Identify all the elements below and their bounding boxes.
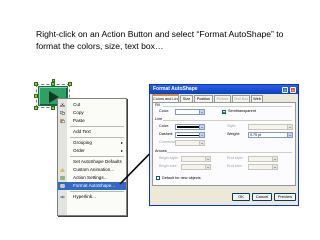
menu-item-custom-animation[interactable]: Custom Animation... <box>58 166 126 174</box>
instruction-line-2: format the colors, size, text box… <box>36 41 164 51</box>
hyperlink-icon <box>60 196 65 199</box>
menu-item-hyperlink[interactable]: Hyperlink... <box>58 193 126 201</box>
cancel-button[interactable]: Cancel <box>252 193 272 201</box>
action-icon <box>60 176 65 180</box>
tab-size[interactable]: Size <box>180 95 193 102</box>
group-divider <box>163 106 292 107</box>
format-icon <box>60 184 65 188</box>
begin-size-dropdown[interactable] <box>181 164 211 170</box>
ok-button[interactable]: OK <box>232 193 250 201</box>
menu-separator <box>70 137 124 138</box>
group-divider <box>167 152 292 153</box>
instruction-text: Right-click on an Action Button and sele… <box>36 28 286 52</box>
menu-item-set-autoshape-defaults[interactable]: Set AutoShape Defaults <box>58 158 126 166</box>
fill-group-title: Fill <box>155 103 160 107</box>
context-menu: Cut Copy Paste Add Text Grouping Order S… <box>57 98 127 216</box>
scissors-icon <box>60 103 65 107</box>
resize-handle-top-right[interactable] <box>68 82 72 86</box>
close-icon[interactable]: × <box>290 86 296 93</box>
end-style-dropdown[interactable] <box>248 156 278 162</box>
line-color-label: Color: <box>159 124 170 128</box>
dropdown-arrow-icon <box>205 165 210 169</box>
line-color-swatch <box>177 126 199 128</box>
tab-web[interactable]: Web <box>251 95 263 102</box>
menu-item-grouping[interactable]: Grouping <box>58 139 126 147</box>
resize-handle-bottom[interactable] <box>51 106 55 110</box>
submenu-arrow-icon <box>121 149 123 152</box>
menu-item-order[interactable]: Order <box>58 147 126 155</box>
semitransparent-checkbox[interactable] <box>222 109 226 114</box>
menu-separator <box>70 191 124 192</box>
menu-separator <box>70 126 124 127</box>
menu-separator <box>70 156 124 157</box>
dropdown-arrow-icon <box>287 125 292 129</box>
fill-color-label: Color: <box>159 109 170 113</box>
dialog-title-bar[interactable]: Format AutoShape ? × <box>150 85 298 94</box>
dropdown-arrow-icon <box>199 125 204 129</box>
line-style-dropdown[interactable] <box>248 124 293 130</box>
fill-color-dropdown[interactable] <box>175 109 205 115</box>
begin-style-dropdown[interactable] <box>181 156 211 162</box>
dialog-title: Format AutoShape <box>153 86 198 92</box>
menu-item-copy[interactable]: Copy <box>58 109 126 117</box>
dash-style-swatch <box>177 134 199 136</box>
line-style-label: Style: <box>227 124 237 128</box>
line-dashed-label: Dashed: <box>159 132 174 136</box>
line-weight-value: 0.75 pt <box>250 133 261 137</box>
line-group-title: Line <box>155 117 163 121</box>
line-color-dropdown[interactable] <box>175 124 205 130</box>
dropdown-arrow-icon <box>272 165 277 169</box>
default-for-new-objects-checkbox[interactable] <box>156 176 160 180</box>
menu-item-cut[interactable]: Cut <box>58 101 126 109</box>
menu-item-action-settings[interactable]: Action Settings... <box>58 174 126 182</box>
group-divider <box>163 120 292 121</box>
line-weight-label: Weight: <box>227 132 240 136</box>
line-weight-spinner[interactable]: 0.75 pt <box>248 132 293 138</box>
tab-picture[interactable]: Picture <box>214 95 231 102</box>
menu-item-format-autoshape[interactable]: Format AutoShape... <box>58 182 126 190</box>
connector-dropdown[interactable] <box>175 140 205 146</box>
help-icon[interactable]: ? <box>282 86 288 93</box>
submenu-arrow-icon <box>121 141 123 144</box>
begin-size-label: Begin size: <box>159 164 178 168</box>
copy-icon <box>60 111 65 115</box>
dropdown-arrow-icon <box>205 157 210 161</box>
dropdown-arrow-icon <box>272 157 277 161</box>
dropdown-arrow-icon <box>199 133 204 137</box>
end-style-label: End style: <box>227 156 244 160</box>
default-for-new-objects-label: Default for new objects <box>162 175 201 180</box>
colors-and-lines-panel: Fill Color: Semitransparent Line Color: … <box>152 102 296 186</box>
begin-style-label: Begin style: <box>159 156 179 160</box>
animation-icon <box>60 168 65 172</box>
paste-icon <box>60 119 65 123</box>
preview-button[interactable]: Preview <box>274 193 296 201</box>
arrows-group-title: Arrows <box>155 149 167 153</box>
menu-item-paste[interactable]: Paste <box>58 117 126 125</box>
dropdown-arrow-icon <box>199 110 204 114</box>
resize-handle-bottom-left[interactable] <box>34 106 38 110</box>
spinner-arrow-icon <box>287 133 292 137</box>
tab-position[interactable]: Position <box>194 95 213 102</box>
instruction-line-1: Right-click on an Action Button and sele… <box>36 29 284 39</box>
menu-item-add-text[interactable]: Add Text <box>58 128 126 136</box>
tab-text-box[interactable]: Text Box <box>232 95 250 102</box>
line-dashed-dropdown[interactable] <box>175 132 205 138</box>
format-autoshape-dialog: Format AutoShape ? × Colors and Lines Si… <box>149 84 299 206</box>
end-size-label: End size: <box>227 164 243 168</box>
dropdown-arrow-icon <box>199 141 204 145</box>
end-size-dropdown[interactable] <box>248 164 278 170</box>
semitransparent-label: Semitransparent <box>228 109 256 113</box>
tab-colors-and-lines[interactable]: Colors and Lines <box>152 94 179 102</box>
